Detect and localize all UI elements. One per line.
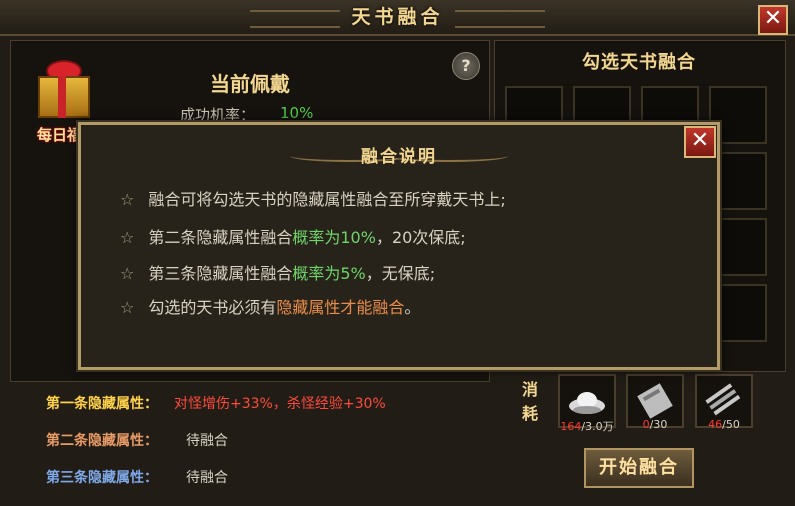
help-button[interactable]: ? (452, 52, 480, 80)
current-wear-title: 当前佩戴 (210, 72, 290, 96)
rule-text: 勾选的天书必须有 (148, 298, 277, 317)
start-fusion-button[interactable]: 开始融合 (584, 448, 694, 488)
property-1-label: 第一条隐藏属性： (46, 396, 158, 412)
rule-text: ，20次保底; (375, 228, 466, 247)
window-title: 天书融合 (351, 6, 444, 28)
rule-line: ☆ 第二条隐藏属性融合概率为10%，20次保底; (120, 224, 466, 248)
star-icon: ☆ (120, 298, 135, 317)
success-rate-value: 10% (280, 104, 314, 122)
rule-text: 。 (404, 298, 421, 317)
rule-text: 概率为10% (292, 228, 376, 247)
rule-line: ☆ 融合可将勾选天书的隐藏属性融合至所穿戴天书上; (120, 186, 506, 210)
rule-line: ☆ 勾选的天书必须有隐藏属性才能融合。 (120, 294, 420, 318)
property-1-value: 对怪增伤+33%，杀怪经验+30% (174, 396, 386, 412)
select-book-title: 勾选天书融合 (582, 52, 696, 73)
close-icon: ✕ (690, 128, 710, 153)
scroll-count: 0/30 (642, 418, 668, 431)
star-icon: ☆ (120, 190, 135, 209)
property-2-value: 待融合 (186, 433, 228, 449)
property-3-value: 待融合 (186, 470, 228, 486)
question-icon: ? (461, 56, 471, 75)
dialog-title: 融合说明 (361, 147, 437, 167)
rule-text: 第三条隐藏属性融合 (148, 264, 293, 283)
rule-text: 隐藏属性才能融合 (276, 298, 405, 317)
consume-label: 消耗 (522, 380, 539, 423)
property-3-label: 第三条隐藏属性： (46, 470, 158, 486)
rule-line: ☆ 第三条隐藏属性融合概率为5%，无保底; (120, 260, 435, 284)
rule-text: 概率为5% (292, 264, 366, 283)
bundle-count: 46/50 (708, 418, 740, 431)
rule-text: 融合可将勾选天书的隐藏属性融合至所穿戴天书上; (148, 190, 506, 209)
star-icon: ☆ (120, 228, 135, 247)
ingot-count: 164/3.0万 (560, 420, 614, 433)
dialog-close-button[interactable]: ✕ (684, 126, 716, 158)
star-icon: ☆ (120, 264, 135, 283)
property-2-label: 第二条隐藏属性： (46, 433, 158, 449)
close-button[interactable]: ✕ (758, 5, 788, 35)
rule-text: 第二条隐藏属性融合 (148, 228, 293, 247)
close-icon: ✕ (763, 6, 783, 31)
rule-text: ，无保底; (365, 264, 436, 283)
